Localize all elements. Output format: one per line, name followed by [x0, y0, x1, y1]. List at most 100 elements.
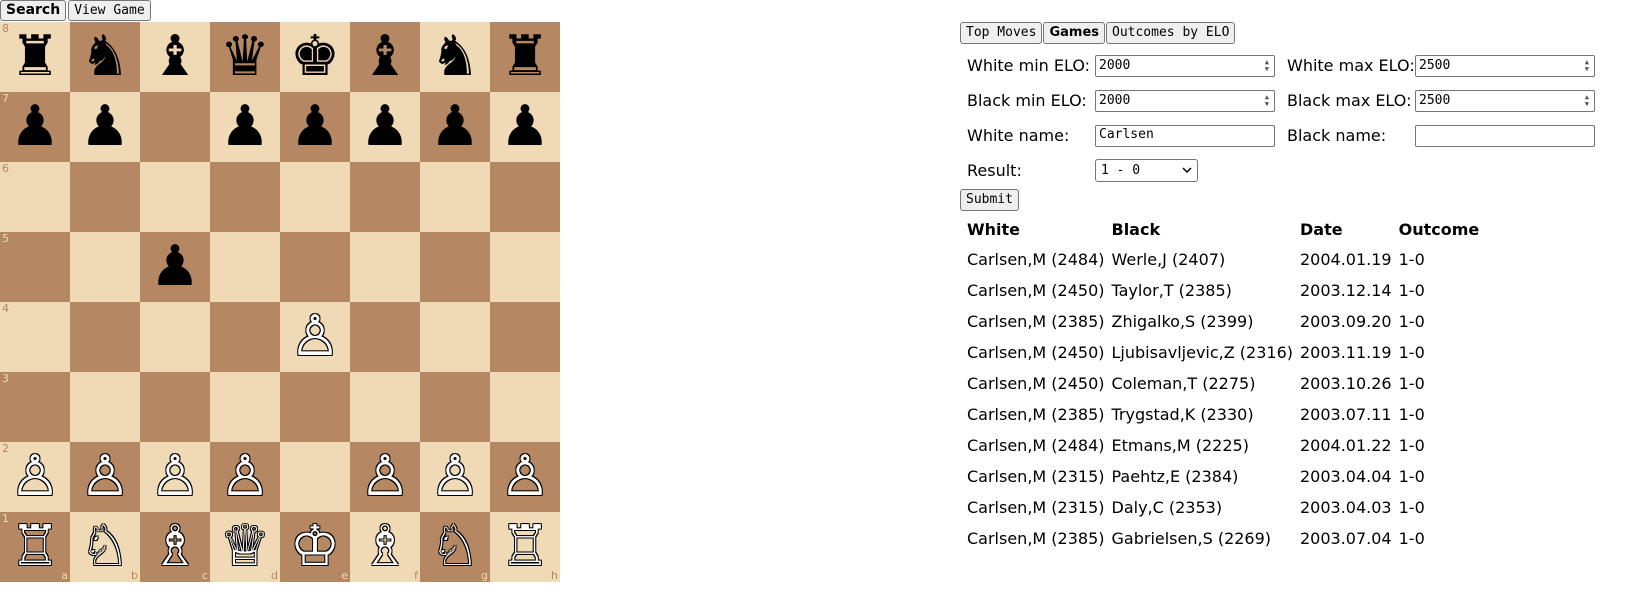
spinner-icon[interactable]: ▲ ▼	[1585, 93, 1591, 108]
spinner-icon[interactable]: ▲ ▼	[1265, 58, 1271, 73]
white-pawn-icon[interactable]: ♙	[70, 442, 140, 512]
black-pawn-icon[interactable]: ♟	[70, 92, 140, 162]
square-h4[interactable]	[490, 302, 560, 372]
square-e1[interactable]: e ♔	[280, 512, 350, 582]
white-knight-icon[interactable]: ♘	[420, 512, 490, 582]
table-row[interactable]: Carlsen,M (2484) Werle,J (2407) 2004.01.19…	[967, 244, 1479, 275]
black-king-icon[interactable]: ♚	[280, 22, 350, 92]
tab-outcomes-by-elo[interactable]: Outcomes by ELO	[1106, 22, 1236, 44]
view-game-tab[interactable]: View Game	[68, 0, 151, 21]
black-pawn-icon[interactable]: ♟	[210, 92, 280, 162]
submit-button[interactable]: Submit	[960, 189, 1019, 211]
square-b7[interactable]: ♟	[70, 92, 140, 162]
square-g3[interactable]	[420, 372, 490, 442]
tab-top-moves[interactable]: Top Moves	[960, 22, 1043, 44]
square-c4[interactable]	[140, 302, 210, 372]
square-f4[interactable]	[350, 302, 420, 372]
table-row[interactable]: Carlsen,M (2385) Gabrielsen,S (2269) 2003.…	[967, 523, 1479, 554]
square-g1[interactable]: g ♘	[420, 512, 490, 582]
black-pawn-icon[interactable]: ♟	[280, 92, 350, 162]
white-min-elo-input[interactable]: 2000 ▲ ▼	[1095, 54, 1275, 77]
black-max-elo-input[interactable]: 2500 ▲ ▼	[1415, 89, 1595, 112]
square-d4[interactable]	[210, 302, 280, 372]
square-a6[interactable]: 6	[0, 162, 70, 232]
square-f8[interactable]: ♝	[350, 22, 420, 92]
black-name-input[interactable]	[1415, 124, 1595, 147]
square-c1[interactable]: c ♗	[140, 512, 210, 582]
square-e6[interactable]	[280, 162, 350, 232]
square-e2[interactable]	[280, 442, 350, 512]
black-bishop-icon[interactable]: ♝	[140, 22, 210, 92]
square-c3[interactable]	[140, 372, 210, 442]
square-d7[interactable]: ♟	[210, 92, 280, 162]
square-b1[interactable]: b ♘	[70, 512, 140, 582]
table-row[interactable]: Carlsen,M (2385) Zhigalko,S (2399) 2003.09…	[967, 306, 1479, 337]
square-h7[interactable]: ♟	[490, 92, 560, 162]
white-queen-icon[interactable]: ♕	[210, 512, 280, 582]
table-row[interactable]: Carlsen,M (2450) Coleman,T (2275) 2003.10.…	[967, 368, 1479, 399]
square-h2[interactable]: ♙	[490, 442, 560, 512]
square-b6[interactable]	[70, 162, 140, 232]
table-row[interactable]: Carlsen,M (2450) Taylor,T (2385) 2003.12.1…	[967, 275, 1479, 306]
square-b4[interactable]	[70, 302, 140, 372]
black-bishop-icon[interactable]: ♝	[350, 22, 420, 92]
white-king-icon[interactable]: ♔	[280, 512, 350, 582]
square-b8[interactable]: ♞	[70, 22, 140, 92]
result-select[interactable]: 1 - 0	[1095, 159, 1198, 182]
square-b3[interactable]	[70, 372, 140, 442]
square-h5[interactable]	[490, 232, 560, 302]
square-a2[interactable]: 2 ♙	[0, 442, 70, 512]
black-rook-icon[interactable]: ♜	[0, 22, 70, 92]
black-knight-icon[interactable]: ♞	[420, 22, 490, 92]
black-pawn-icon[interactable]: ♟	[140, 232, 210, 302]
black-min-elo-input[interactable]: 2000 ▲ ▼	[1095, 89, 1275, 112]
spinner-icon[interactable]: ▲ ▼	[1265, 93, 1271, 108]
black-pawn-icon[interactable]: ♟	[490, 92, 560, 162]
black-queen-icon[interactable]: ♛	[210, 22, 280, 92]
square-c7[interactable]	[140, 92, 210, 162]
square-h1[interactable]: h ♖	[490, 512, 560, 582]
square-g8[interactable]: ♞	[420, 22, 490, 92]
square-h6[interactable]	[490, 162, 560, 232]
square-f3[interactable]	[350, 372, 420, 442]
square-e3[interactable]	[280, 372, 350, 442]
square-c5[interactable]: ♟	[140, 232, 210, 302]
square-e8[interactable]: ♚	[280, 22, 350, 92]
table-row[interactable]: Carlsen,M (2450) Ljubisavljevic,Z (2316) 2…	[967, 337, 1479, 368]
square-c2[interactable]: ♙	[140, 442, 210, 512]
square-g5[interactable]	[420, 232, 490, 302]
white-pawn-icon[interactable]: ♙	[420, 442, 490, 512]
square-a8[interactable]: 8 ♜	[0, 22, 70, 92]
table-row[interactable]: Carlsen,M (2484) Etmans,M (2225) 2004.01.2…	[967, 430, 1479, 461]
tab-games[interactable]: Games	[1043, 22, 1105, 44]
square-g2[interactable]: ♙	[420, 442, 490, 512]
white-rook-icon[interactable]: ♖	[0, 512, 70, 582]
square-g7[interactable]: ♟	[420, 92, 490, 162]
square-d5[interactable]	[210, 232, 280, 302]
square-h8[interactable]: ♜	[490, 22, 560, 92]
black-pawn-icon[interactable]: ♟	[350, 92, 420, 162]
white-pawn-icon[interactable]: ♙	[140, 442, 210, 512]
black-pawn-icon[interactable]: ♟	[420, 92, 490, 162]
square-d2[interactable]: ♙	[210, 442, 280, 512]
square-g4[interactable]	[420, 302, 490, 372]
black-knight-icon[interactable]: ♞	[70, 22, 140, 92]
table-row[interactable]: Carlsen,M (2315) Daly,C (2353) 2003.04.03 1…	[967, 492, 1479, 523]
table-row[interactable]: Carlsen,M (2315) Paehtz,E (2384) 2003.04.0…	[967, 461, 1479, 492]
white-rook-icon[interactable]: ♖	[490, 512, 560, 582]
square-e7[interactable]: ♟	[280, 92, 350, 162]
square-e4[interactable]: ♙	[280, 302, 350, 372]
square-e5[interactable]	[280, 232, 350, 302]
square-f7[interactable]: ♟	[350, 92, 420, 162]
square-a7[interactable]: 7 ♟	[0, 92, 70, 162]
square-h3[interactable]	[490, 372, 560, 442]
black-rook-icon[interactable]: ♜	[490, 22, 560, 92]
square-b2[interactable]: ♙	[70, 442, 140, 512]
square-d6[interactable]	[210, 162, 280, 232]
square-d8[interactable]: ♛	[210, 22, 280, 92]
search-tab[interactable]: Search	[0, 0, 67, 21]
square-a1[interactable]: 1 a ♖	[0, 512, 70, 582]
table-row[interactable]: Carlsen,M (2385) Trygstad,K (2330) 2003.07…	[967, 399, 1479, 430]
square-a3[interactable]: 3	[0, 372, 70, 442]
square-c6[interactable]	[140, 162, 210, 232]
